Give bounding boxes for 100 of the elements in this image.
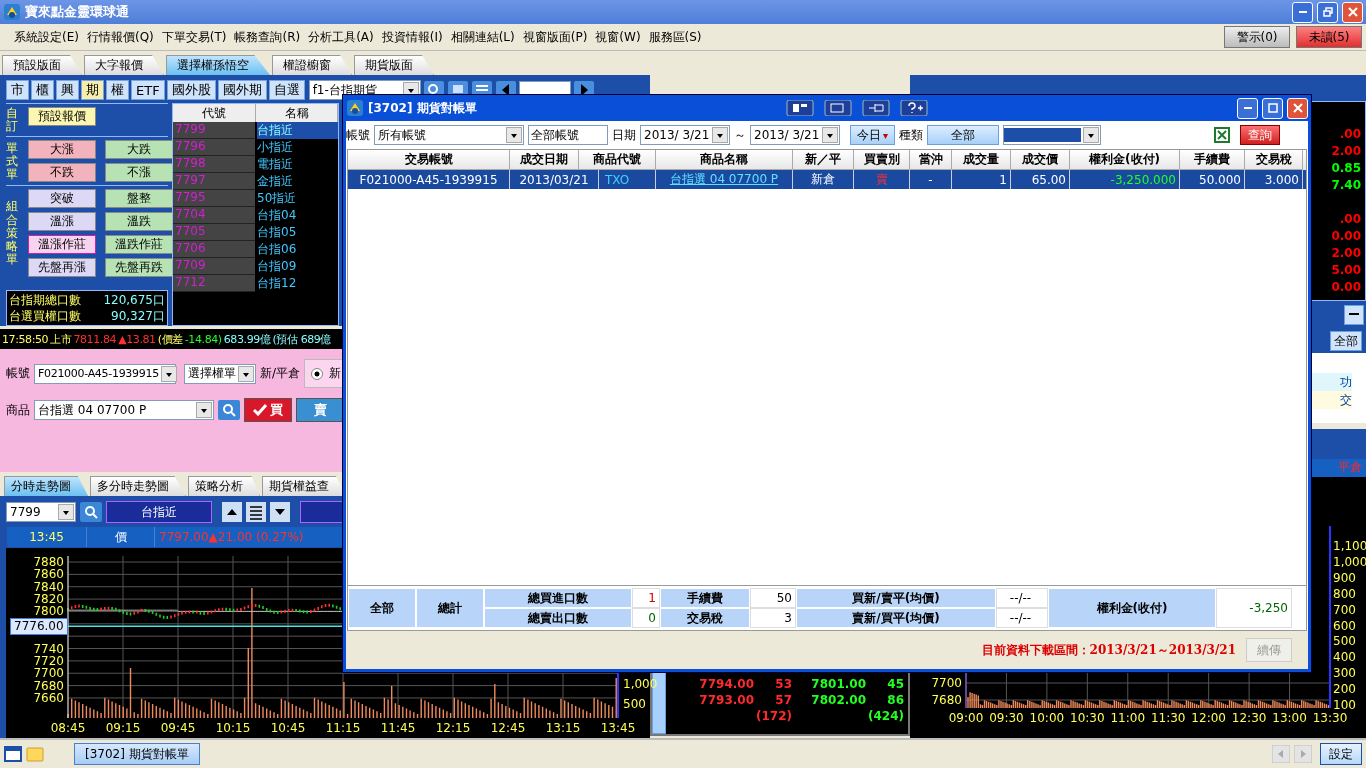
market-button[interactable]: 興 [56, 80, 79, 100]
search-icon[interactable] [80, 502, 102, 522]
menu-item[interactable]: 帳務查詢(R) [230, 28, 305, 46]
menu-item[interactable]: 分析工具(A) [304, 28, 378, 46]
quote-value: 0.85 [1331, 160, 1361, 177]
market-button[interactable]: 市 [6, 80, 29, 100]
minimize-icon [1349, 313, 1359, 317]
layout-tab[interactable]: 大字報價 [84, 55, 164, 75]
type-button[interactable]: 全部 [927, 125, 1000, 145]
axis-label: 7680 [33, 678, 64, 693]
strategy-button[interactable]: 不漲 [105, 163, 173, 183]
product-link[interactable]: 台指選 04 07700 P [656, 170, 793, 189]
layout-tab[interactable]: 期貨版面 [354, 55, 434, 75]
check-icon [253, 404, 267, 416]
quote-row[interactable]: 7799 台指近 [173, 122, 338, 139]
filter-button[interactable]: 全部 [1330, 331, 1362, 351]
quote-row[interactable]: 7704 台指04 [173, 207, 338, 224]
layout-tab[interactable]: 選擇權孫悟空 [166, 55, 270, 75]
alert-button[interactable]: 警示(0) [1224, 26, 1290, 48]
quote-row[interactable]: 7712 台指12 [173, 275, 338, 292]
buy-button[interactable]: 買 [244, 398, 292, 422]
strategy-button[interactable]: 不跌 [28, 163, 96, 183]
quote-row[interactable]: 7795 50指近 [173, 190, 338, 207]
quote-row[interactable]: 7796 小指近 [173, 139, 338, 156]
close-button[interactable] [1287, 97, 1308, 119]
market-button[interactable]: 國外股 [166, 80, 216, 100]
chart-tab[interactable]: 分時走勢圖 [4, 476, 88, 496]
strategy-button[interactable]: 大跌 [105, 140, 173, 160]
account-name-field[interactable]: 全部帳號 [528, 125, 608, 145]
strategy-button[interactable]: 先盤再漲 [28, 258, 96, 278]
strategy-button[interactable]: 突破 [28, 189, 96, 209]
help-icon[interactable] [899, 100, 928, 116]
strategy-button[interactable]: 預設報價 [28, 107, 96, 126]
search-icon[interactable] [218, 400, 240, 420]
close-button[interactable] [1342, 1, 1363, 23]
pin-icon[interactable] [861, 100, 890, 116]
summary-value: 3 [750, 608, 796, 628]
ticker-amount: 683.99億 [223, 331, 271, 347]
menu-item[interactable]: 下單交易(T) [157, 28, 231, 46]
window-icon[interactable] [823, 100, 852, 116]
axis-label: 800 [1333, 586, 1356, 601]
market-button[interactable]: 自選 [268, 80, 305, 100]
strategy-button[interactable]: 溫跌 [105, 212, 173, 232]
menu-item[interactable]: 系統設定(E) [10, 28, 83, 46]
quote-row[interactable]: 7797 金指近 [173, 173, 338, 190]
radio-button[interactable] [311, 367, 324, 380]
today-button[interactable]: 今日 ▾ [850, 125, 896, 145]
order-type-dropdown[interactable]: 選擇權單 [184, 363, 256, 384]
menu-item[interactable]: 視窗版面(P) [518, 28, 592, 46]
minimize-button[interactable] [1344, 305, 1364, 325]
field-label: 新/平倉 [260, 365, 301, 382]
task-button[interactable]: [3702] 期貨對帳單 [74, 743, 200, 765]
strategy-button[interactable]: 溫跌作莊 [105, 235, 173, 255]
list-icon[interactable] [246, 502, 266, 522]
menu-item[interactable]: 視窗(W) [591, 28, 645, 46]
summary-value: --/-- [996, 608, 1048, 628]
strategy-button[interactable]: 溫漲 [28, 212, 96, 232]
menu-item[interactable]: 相關連結(L) [446, 28, 519, 46]
filter-dropdown[interactable] [1003, 125, 1102, 145]
market-button[interactable]: 國外期 [217, 80, 267, 100]
quote-row[interactable]: 7705 台指05 [173, 224, 338, 241]
settings-button[interactable]: 設定 [1320, 743, 1362, 765]
account-dropdown[interactable]: F021000-A45-1939915 [34, 363, 176, 384]
menu-item[interactable]: 行情報價(Q) [82, 28, 158, 46]
maximize-button[interactable] [1262, 97, 1283, 119]
end-date-dropdown[interactable]: 2013/ 3/21 [750, 125, 840, 145]
group-label: 單式單 [6, 141, 18, 182]
menu-item[interactable]: 服務區(S) [644, 28, 706, 46]
query-button[interactable]: 查詢 [1240, 125, 1280, 145]
spreadsheet-icon[interactable] [1214, 127, 1230, 143]
quote-row[interactable]: 7706 台指06 [173, 241, 338, 258]
strategy-button[interactable]: 溫漲作莊 [28, 235, 96, 255]
market-button[interactable]: 櫃 [31, 80, 54, 100]
quote-row[interactable]: 7798 電指近 [173, 156, 338, 173]
layout-icon[interactable] [785, 100, 814, 116]
strategy-button[interactable]: 盤整 [105, 189, 173, 209]
symbol-dropdown[interactable]: 7799 [6, 502, 76, 522]
quote-row[interactable]: 7709 台指09 [173, 258, 338, 275]
summary-value: 1 [632, 588, 660, 608]
axis-label: 7660 [33, 690, 64, 705]
window-icon[interactable] [4, 745, 22, 763]
maximize-button[interactable] [1317, 1, 1338, 23]
market-button[interactable]: 期 [81, 80, 104, 100]
layout-tab[interactable]: 權證櫥窗 [272, 55, 352, 75]
strategy-button[interactable]: 大漲 [28, 140, 96, 160]
chart-tab[interactable]: 策略分析 [188, 476, 260, 496]
ask-total: (424) [867, 708, 904, 724]
menu-item[interactable]: 投資情報(I) [377, 28, 447, 46]
table-row[interactable]: F021000-A45-1939915 2013/03/21 TXO 台指選 04 07700 P 新倉 賣 - 1 65.00 -3,250.000 50.000 3.000 [348, 170, 1306, 189]
product-dropdown[interactable]: 台指選 04 07700 P [34, 400, 214, 420]
axis-label: 700 [1333, 602, 1356, 617]
alert-button[interactable]: 未讀(5) [1296, 26, 1362, 48]
layout-tab[interactable]: 預設版面 [2, 55, 82, 75]
market-button[interactable]: ETF [131, 80, 165, 100]
start-date-dropdown[interactable]: 2013/ 3/21 [640, 125, 730, 145]
field-label: 帳號 [346, 126, 370, 144]
strategy-button[interactable]: 先盤再跌 [105, 258, 173, 278]
market-button[interactable]: 權 [106, 80, 129, 100]
chart-tab[interactable]: 多分時走勢圖 [90, 476, 186, 496]
account-dropdown[interactable]: 所有帳號 [374, 125, 524, 145]
